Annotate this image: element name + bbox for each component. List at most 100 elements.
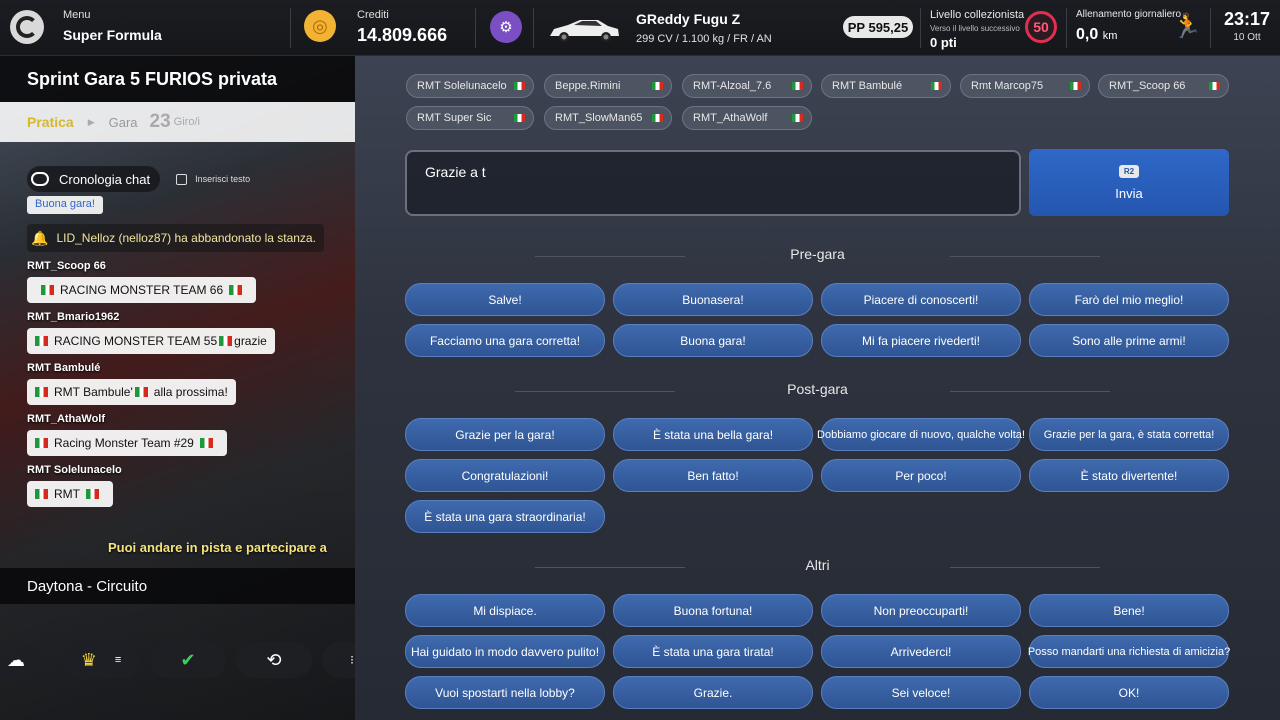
phrase-button[interactable]: È stato divertente! (1029, 459, 1229, 492)
clock-time: 23:17 (1223, 9, 1271, 29)
host-button[interactable]: ♛ ≡ (62, 642, 140, 678)
phrase-button[interactable]: Arrivederci! (821, 635, 1021, 668)
phrase-button[interactable]: OK! (1029, 676, 1229, 709)
chat-message-partial: Buona gara! (27, 196, 103, 214)
phrase-button[interactable]: Sei veloce! (821, 676, 1021, 709)
phrase-button[interactable]: Grazie. (613, 676, 813, 709)
track-bar: Daytona - Circuito (0, 568, 355, 604)
italy-flag-icon (1070, 82, 1081, 90)
recipient-chip[interactable]: RMT_AthaWolf (682, 106, 812, 130)
menu-block[interactable]: Menu Super Formula (63, 9, 162, 43)
chat-history-label: Cronologia chat (59, 171, 151, 187)
phrase-button[interactable]: Grazie per la gara, è stata corretta! (1029, 418, 1229, 451)
recipient-chip[interactable]: RMT Bambulé (821, 74, 951, 98)
recipient-chip[interactable]: RMT_SlowMan65 (544, 106, 672, 130)
more-icon: ⁝ (350, 653, 354, 667)
recipient-name: Rmt Marcop75 (971, 80, 1044, 92)
phrase-button[interactable]: Buona fortuna! (613, 594, 813, 627)
chat-author: RMT_Bmario1962 (27, 311, 120, 323)
phrase-button[interactable]: Mi fa piacere rivederti! (821, 324, 1021, 357)
section-heading-post: Post-gara (355, 381, 1280, 401)
recipient-chip[interactable]: Rmt Marcop75 (960, 74, 1090, 98)
phrase-button[interactable]: È stata una bella gara! (613, 418, 813, 451)
menu-label: Menu (63, 9, 91, 21)
gt-logo-icon[interactable] (10, 10, 44, 44)
more-button[interactable]: ⁝ (322, 642, 355, 678)
phrase-button[interactable]: Per poco! (821, 459, 1021, 492)
garage-icon[interactable]: ⚙ (490, 11, 522, 43)
chat-text-post: alla prossima! (153, 385, 228, 399)
phrase-button[interactable]: Dobbiamo giocare di nuovo, qualche volta… (817, 418, 1025, 451)
recipient-chip[interactable]: RMT_Scoop 66 (1098, 74, 1229, 98)
runner-icon: 🏃 (1172, 13, 1202, 40)
session-bar: Pratica ▶ Gara 23 Giro/i (0, 102, 355, 142)
weather-icon: ☁ (7, 649, 25, 670)
training-value: 0,0 (1076, 26, 1099, 43)
exit-button[interactable]: ⟲ (236, 642, 312, 678)
session-practice: Pratica (27, 114, 74, 130)
credits-coin-icon: ◎ (304, 10, 336, 42)
italy-flag-icon (199, 438, 213, 448)
section-heading-other: Altri (355, 557, 1280, 577)
clock: 23:17 10 Ott (1222, 9, 1272, 43)
check-icon: ✔ (180, 649, 196, 670)
weather-button[interactable]: ☁ (0, 642, 42, 678)
phrase-button[interactable]: Congratulazioni! (405, 459, 605, 492)
recipient-chip[interactable]: RMT Solelunacelo (406, 74, 534, 98)
phrase-button[interactable]: Vuoi spostarti nella lobby? (405, 676, 605, 709)
chat-author: RMT Solelunacelo (27, 464, 122, 476)
recipient-name: RMT_SlowMan65 (555, 112, 643, 124)
phrase-button[interactable]: Grazie per la gara! (405, 418, 605, 451)
phrase-button[interactable]: È stata una gara tirata! (613, 635, 813, 668)
italy-flag-icon (35, 489, 48, 499)
phrase-button[interactable]: Salve! (405, 283, 605, 316)
clock-date: 10 Ott (1233, 32, 1261, 43)
phrase-button[interactable]: Bene! (1029, 594, 1229, 627)
credits-block: Crediti 14.809.666 (357, 9, 447, 46)
recipient-name: RMT Super Sic (417, 112, 492, 124)
phrase-button[interactable]: Posso mandarti una richiesta di amicizia… (1028, 635, 1230, 668)
car-name: GReddy Fugu Z (636, 11, 741, 27)
recipient-chip[interactable]: RMT Super Sic (406, 106, 534, 130)
phrase-button[interactable]: Non preoccuparti! (821, 594, 1021, 627)
italy-flag-icon (792, 82, 803, 90)
phrase-button[interactable]: Sono alle prime armi! (1029, 324, 1229, 357)
phrase-button[interactable]: Buonasera! (613, 283, 813, 316)
phrase-button[interactable]: Hai guidato in modo davvero pulito! (405, 635, 605, 668)
chat-text: Racing Monster Team #29 (54, 436, 194, 450)
message-input[interactable]: Grazie a t (405, 150, 1021, 216)
italy-flag-icon (35, 387, 48, 397)
chat-author: RMT_Scoop 66 (27, 260, 106, 272)
recipient-name: RMT Solelunacelo (417, 80, 507, 92)
session-laps: 23 (149, 111, 171, 132)
chat-bubble: RMT (27, 481, 113, 507)
italy-flag-icon (229, 285, 243, 295)
training-label: Allenamento giornaliero (1076, 9, 1182, 20)
phrase-button[interactable]: Mi dispiace. (405, 594, 605, 627)
phrase-button[interactable]: Ben fatto! (613, 459, 813, 492)
recipient-chip[interactable]: Beppe.Rimini (544, 74, 672, 98)
italy-flag-icon (514, 82, 525, 90)
send-button[interactable]: R2 Invia (1029, 149, 1229, 216)
insert-text-tab[interactable]: Inserisci testo (176, 173, 250, 185)
italy-flag-icon (86, 489, 99, 499)
session-race: Gara (108, 114, 138, 130)
ticker-text: Puoi andare in pista e partecipare a (108, 540, 327, 555)
collector-label: Livello collezionista (930, 9, 1025, 21)
chat-history-tab[interactable]: Cronologia chat (27, 166, 161, 192)
italy-flag-icon (35, 336, 48, 346)
phrase-button[interactable]: È stata una gara straordinaria! (405, 500, 605, 533)
phrase-button[interactable]: Buona gara! (613, 324, 813, 357)
phrase-button[interactable]: Facciamo una gara corretta! (405, 324, 605, 357)
chat-message: RMT_AthaWolf Racing Monster Team #29 (27, 413, 227, 456)
recipient-chip[interactable]: RMT-Alzoal_7.6 (682, 74, 812, 98)
track-name: Daytona - Circuito (27, 577, 148, 595)
list-icon: ≡ (114, 654, 122, 666)
ready-button[interactable]: ✔ (150, 642, 226, 678)
chat-message: RMT_Bmario1962 RACING MONSTER TEAM 55 gra… (27, 311, 275, 354)
chat-text: RMT (54, 487, 80, 501)
phrase-button[interactable]: Farò del mio meglio! (1029, 283, 1229, 316)
chat-bubble: RMT Bambule' alla prossima! (27, 379, 236, 405)
chat-bubble: Racing Monster Team #29 (27, 430, 227, 456)
phrase-button[interactable]: Piacere di conoscerti! (821, 283, 1021, 316)
